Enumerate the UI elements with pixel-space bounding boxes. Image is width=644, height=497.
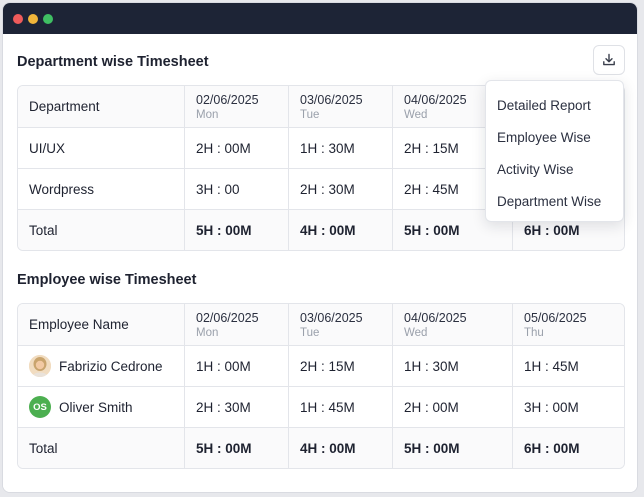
menu-item-detailed-report[interactable]: Detailed Report [486, 89, 623, 121]
department-name: UI/UX [29, 140, 66, 156]
time-value: 2H : 30M [184, 387, 288, 427]
time-value: 1H : 30M [288, 128, 392, 168]
employee-name: Oliver Smith [59, 399, 133, 415]
employee-name: Fabrizio Cedrone [59, 358, 163, 374]
day-label: Mon [196, 108, 219, 121]
time-value: 1H : 45M [288, 387, 392, 427]
employee-name-column-header: Employee Name [29, 317, 129, 332]
time-value: 2H : 00M [184, 128, 288, 168]
menu-item-employee-wise[interactable]: Employee Wise [486, 121, 623, 153]
total-value: 5H : 00M [392, 428, 512, 468]
close-window-button[interactable] [13, 13, 23, 24]
time-value: 3H : 00M [512, 387, 624, 427]
date-column-header: 02/06/2025 Mon [184, 86, 288, 127]
time-value: 1H : 00M [184, 346, 288, 386]
time-value: 1H : 30M [392, 346, 512, 386]
total-value: 4H : 00M [288, 428, 392, 468]
total-row: Total 5H : 00M 4H : 00M 5H : 00M 6H : 00… [18, 427, 624, 468]
total-label: Total [29, 222, 58, 238]
date-label: 02/06/2025 [196, 92, 259, 107]
day-label: Tue [300, 326, 320, 339]
date-label: 03/06/2025 [300, 310, 363, 325]
menu-item-department-wise[interactable]: Department Wise [486, 185, 623, 217]
date-column-header: 04/06/2025 Wed [392, 304, 512, 345]
date-column-header: 05/06/2025 Thu [512, 304, 624, 345]
avatar-photo-icon [29, 355, 51, 377]
date-column-header: 03/06/2025 Tue [288, 86, 392, 127]
department-timesheet-title: Department wise Timesheet [17, 54, 209, 70]
total-label: Total [29, 440, 58, 456]
table-row[interactable]: OS Oliver Smith 2H : 30M 1H : 45M 2H : 0… [18, 386, 624, 427]
employee-cell: Fabrizio Cedrone [18, 346, 184, 386]
employee-cell: OS Oliver Smith [18, 387, 184, 427]
main-content: Department wise Timesheet Department 02/… [3, 34, 637, 492]
date-label: 02/06/2025 [196, 310, 259, 325]
time-value: 2H : 15M [288, 346, 392, 386]
download-options-menu: Detailed Report Employee Wise Activity W… [485, 80, 624, 222]
avatar: OS [29, 396, 51, 418]
time-value: 1H : 45M [512, 346, 624, 386]
total-value: 4H : 00M [288, 210, 392, 250]
day-label: Wed [404, 326, 428, 339]
date-column-header: 03/06/2025 Tue [288, 304, 392, 345]
table-header-row: Employee Name 02/06/2025 Mon 03/06/2025 … [18, 304, 624, 345]
time-value: 3H : 00 [184, 169, 288, 209]
day-label: Thu [524, 326, 544, 339]
maximize-window-button[interactable] [43, 13, 53, 24]
date-label: 04/06/2025 [404, 310, 467, 325]
employee-timesheet-title: Employee wise Timesheet [17, 272, 197, 288]
time-value: 2H : 30M [288, 169, 392, 209]
title-bar [3, 3, 637, 34]
day-label: Mon [196, 326, 219, 339]
table-row[interactable]: Fabrizio Cedrone 1H : 00M 2H : 15M 1H : … [18, 345, 624, 386]
day-label: Tue [300, 108, 320, 121]
total-value: 5H : 00M [184, 428, 288, 468]
avatar [29, 355, 51, 377]
department-name: Wordpress [29, 181, 95, 197]
time-value: 2H : 00M [392, 387, 512, 427]
app-window: Department wise Timesheet Department 02/… [2, 2, 638, 493]
menu-item-activity-wise[interactable]: Activity Wise [486, 153, 623, 185]
download-button[interactable] [593, 45, 625, 75]
employee-timesheet-table: Employee Name 02/06/2025 Mon 03/06/2025 … [17, 303, 625, 469]
date-column-header: 02/06/2025 Mon [184, 304, 288, 345]
date-label: 05/06/2025 [524, 310, 587, 325]
date-label: 03/06/2025 [300, 92, 363, 107]
minimize-window-button[interactable] [28, 13, 38, 24]
download-icon [603, 53, 615, 66]
department-column-header: Department [29, 99, 100, 114]
total-value: 6H : 00M [512, 428, 624, 468]
total-value: 5H : 00M [184, 210, 288, 250]
